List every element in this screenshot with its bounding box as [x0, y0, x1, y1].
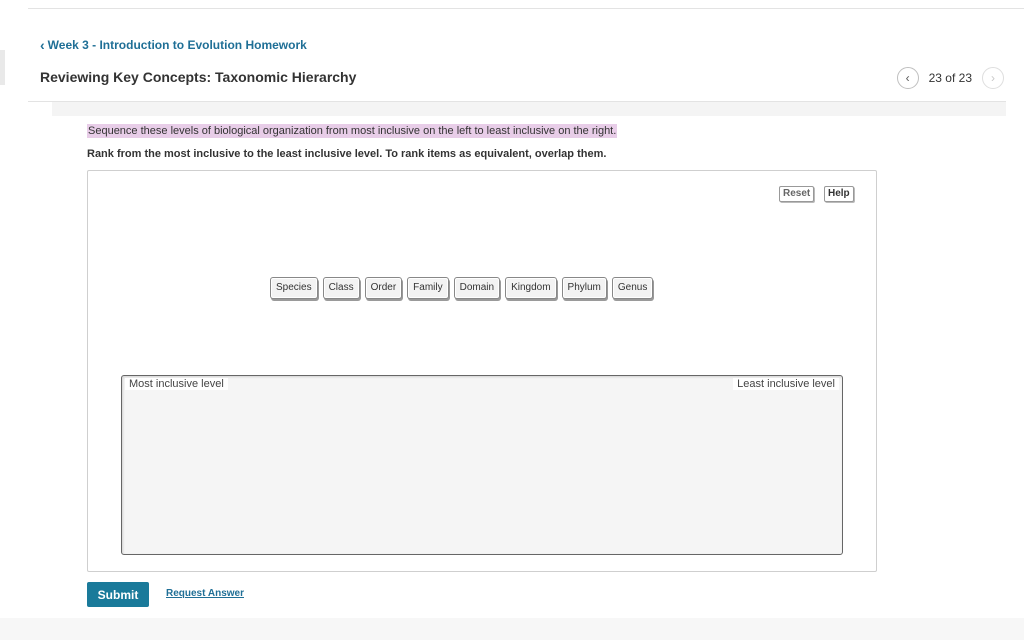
tile-family[interactable]: Family [407, 277, 449, 299]
top-divider [28, 8, 1024, 9]
pager: ‹ 23 of 23 › [896, 67, 1004, 89]
submit-button[interactable]: Submit [87, 582, 149, 607]
chevron-left-icon: ‹ [40, 37, 45, 53]
most-inclusive-label: Most inclusive level [125, 378, 228, 390]
breadcrumb-label[interactable]: Week 3 - Introduction to Evolution Homew… [48, 38, 307, 52]
breadcrumb[interactable]: ‹ Week 3 - Introduction to Evolution Hom… [40, 38, 307, 52]
tile-phylum[interactable]: Phylum [561, 277, 607, 299]
page-count: 23 of 23 [928, 71, 972, 85]
chevron-right-icon: › [991, 71, 995, 85]
least-inclusive-label: Least inclusive level [733, 378, 839, 390]
page: ‹ Week 3 - Introduction to Evolution Hom… [0, 0, 1024, 640]
item-bank: Species Class Order Family Domain Kingdo… [270, 277, 654, 299]
tile-genus[interactable]: Genus [611, 277, 654, 299]
ranking-drop-zone[interactable]: Most inclusive level Least inclusive lev… [121, 375, 843, 555]
tile-kingdom[interactable]: Kingdom [505, 277, 557, 299]
reset-button[interactable]: Reset [779, 186, 815, 202]
question-instruction: Sequence these levels of biological orga… [87, 124, 618, 138]
ranking-widget: Reset Help Species Class Order Family Do… [87, 170, 877, 572]
previous-button[interactable]: ‹ [896, 67, 919, 89]
tile-order[interactable]: Order [364, 277, 403, 299]
tile-species[interactable]: Species [270, 277, 318, 299]
tile-domain[interactable]: Domain [453, 277, 501, 299]
page-title: Reviewing Key Concepts: Taxonomic Hierar… [40, 69, 357, 85]
footer-band [0, 618, 1024, 640]
chevron-left-icon: ‹ [905, 71, 910, 85]
left-gutter [0, 50, 5, 85]
ranking-hint: Rank from the most inclusive to the leas… [87, 148, 607, 160]
next-button[interactable]: › [982, 67, 1004, 89]
tile-class[interactable]: Class [322, 277, 360, 299]
request-answer-link[interactable]: Request Answer [166, 588, 244, 599]
header-band [52, 102, 1006, 116]
help-button[interactable]: Help [824, 186, 854, 202]
